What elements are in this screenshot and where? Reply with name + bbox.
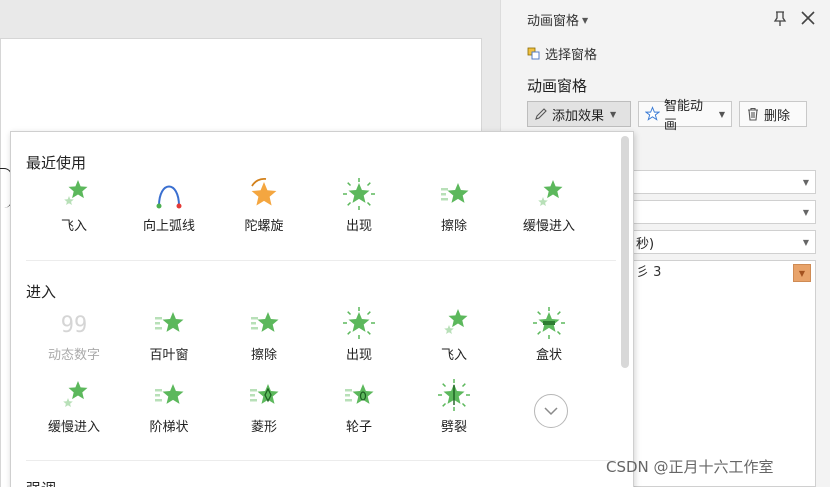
effect-item-appear[interactable]: 出现	[314, 176, 404, 238]
effect-item-blinds[interactable]: 百叶窗	[124, 305, 214, 367]
chevron-down-icon	[544, 407, 558, 416]
add-effect-dropdown: 最近使用 飞入 向上弧线 陀螺旋 出现 擦除 缓慢进入 进入 99 动态数字 百叶窗 擦除 出现飞…	[10, 131, 634, 487]
blinds-icon	[155, 312, 184, 332]
effect-label: 陀螺旋	[244, 219, 284, 234]
chevron-down-icon: ▼	[718, 109, 725, 119]
smart-animation-button[interactable]: 智能动画 ▼	[638, 99, 732, 133]
animation-list[interactable]: 彡 3 ▼	[633, 260, 816, 487]
chevron-down-icon: ▼	[582, 16, 589, 25]
smart-animation-label: 智能动画	[664, 99, 704, 133]
svg-text:99: 99	[61, 313, 88, 338]
speed-select[interactable]: 秒) ▼	[633, 230, 816, 254]
effect-item-stairs[interactable]: 阶梯状	[124, 377, 214, 439]
list-item-label: 彡 3	[636, 265, 662, 280]
effect-item-crawl-in[interactable]: 缓慢进入	[504, 176, 594, 238]
stairs-icon	[155, 384, 184, 404]
chevron-down-icon: ▼	[802, 208, 809, 217]
smart-star-icon	[645, 106, 661, 121]
effect-label: 动态数字	[47, 348, 100, 363]
effect-item-spin[interactable]: 陀螺旋	[219, 176, 309, 238]
effect-label: 飞入	[60, 219, 87, 234]
effect-item-wipe[interactable]: 擦除	[409, 176, 499, 238]
effect-label: 阶梯状	[149, 420, 189, 435]
effect-label: 飞入	[440, 348, 467, 363]
list-item[interactable]: 彡 3 ▼	[634, 261, 815, 284]
add-effect-button[interactable]: 添加效果 ▼	[527, 101, 631, 127]
appear-icon	[343, 307, 375, 339]
section-title-recent: 最近使用	[26, 154, 87, 172]
divider	[26, 260, 616, 261]
effect-item-arc-up[interactable]: 向上弧线	[124, 176, 214, 238]
dynamic-number-icon: 99	[61, 313, 88, 338]
section-title-entrance: 进入	[26, 283, 57, 301]
chevron-down-icon: ▼	[802, 238, 809, 247]
select-pane-icon	[527, 47, 540, 59]
start-select[interactable]: ▼	[633, 170, 816, 194]
wheel-icon	[345, 384, 374, 404]
crawl-in-icon	[63, 381, 88, 407]
wipe-icon	[441, 183, 469, 203]
box-icon	[533, 307, 565, 339]
effect-label: 擦除	[250, 348, 277, 363]
effect-item-crawl-in[interactable]: 缓慢进入	[29, 377, 119, 439]
effect-label: 擦除	[440, 219, 467, 234]
pane-header-menu[interactable]: 动画窗格 ▼	[527, 10, 588, 29]
fly-in-icon	[64, 180, 88, 205]
pane-title: 动画窗格	[527, 77, 588, 95]
trash-icon	[748, 107, 758, 121]
pane-header-label: 动画窗格	[527, 14, 580, 29]
effect-label: 盒状	[535, 348, 562, 363]
delete-label: 删除	[764, 108, 791, 124]
effect-item-fly-in[interactable]: 飞入	[409, 305, 499, 367]
effect-item-split[interactable]: 劈裂	[409, 377, 499, 439]
effect-item-box[interactable]: 盒状	[504, 305, 594, 367]
effect-label: 出现	[345, 348, 372, 363]
add-effect-label: 添加效果	[552, 108, 605, 124]
watermark: CSDN @正月十六工作室	[606, 458, 774, 476]
speed-value: 秒)	[636, 236, 655, 252]
select-pane-link[interactable]: 选择窗格	[527, 44, 597, 63]
arc-up-icon	[156, 185, 182, 209]
chevron-down-icon[interactable]: ▼	[793, 264, 811, 282]
pin-icon[interactable]	[771, 9, 789, 27]
effect-label: 向上弧线	[142, 219, 195, 234]
appear-icon	[343, 178, 375, 210]
property-select[interactable]: ▼	[633, 200, 816, 224]
effect-item-wipe[interactable]: 擦除	[219, 305, 309, 367]
scrollbar[interactable]	[621, 136, 629, 368]
divider	[26, 460, 616, 461]
effect-label: 劈裂	[440, 420, 467, 435]
wipe-icon	[251, 312, 279, 332]
effect-item-dynamic-number[interactable]: 99 动态数字	[29, 305, 119, 367]
effect-label: 缓慢进入	[522, 219, 575, 234]
select-pane-label: 选择窗格	[545, 48, 598, 63]
effect-label: 菱形	[250, 420, 277, 435]
split-icon	[438, 379, 470, 411]
fly-in-icon	[444, 309, 468, 334]
effect-item-appear[interactable]: 出现	[314, 305, 404, 367]
chevron-down-icon: ▼	[610, 109, 617, 119]
effect-item-wheel[interactable]: 轮子	[314, 377, 404, 439]
spin-icon	[251, 178, 277, 206]
close-icon[interactable]	[799, 9, 817, 27]
effect-label: 轮子	[345, 420, 372, 435]
effect-label: 出现	[345, 219, 372, 234]
effect-label: 缓慢进入	[47, 420, 100, 435]
pencil-icon	[535, 108, 547, 120]
effect-label: 百叶窗	[149, 348, 189, 363]
delete-button[interactable]: 删除	[739, 101, 807, 127]
section-title-emphasis: 强调	[26, 478, 56, 487]
more-effects-button[interactable]	[534, 394, 568, 428]
effect-item-fly-in[interactable]: 飞入	[29, 176, 119, 238]
effect-item-diamond[interactable]: 菱形	[219, 377, 309, 439]
diamond-icon	[250, 384, 279, 404]
crawl-in-icon	[538, 180, 563, 206]
chevron-down-icon: ▼	[802, 178, 809, 187]
